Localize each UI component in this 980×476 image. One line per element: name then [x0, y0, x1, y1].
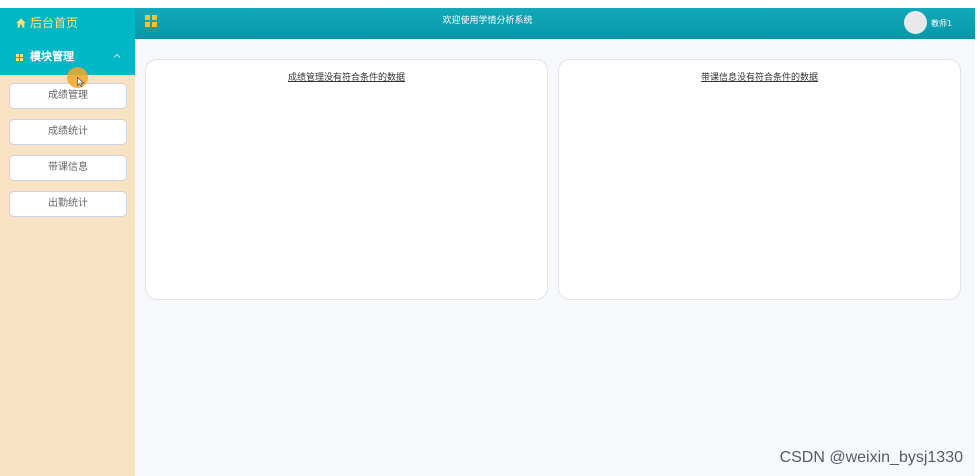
welcome-title: 欢迎使用学情分析系统	[442, 16, 533, 26]
module-menu-header[interactable]: 模块管理	[0, 39, 135, 75]
course-info-empty-message[interactable]: 带课信息没有符合条件的数据	[559, 70, 960, 83]
module-menu-label: 模块管理	[30, 50, 74, 63]
sidebar-item-grade-management[interactable]: 成绩管理	[9, 83, 127, 109]
watermark: CSDN @weixin_bysj1330	[779, 449, 963, 466]
sidebar-item-grade-statistics[interactable]: 成绩统计	[9, 119, 127, 145]
course-info-card: 带课信息没有符合条件的数据	[558, 59, 961, 300]
grade-management-card: 成绩管理没有符合条件的数据	[145, 59, 548, 300]
module-grid-icon	[16, 54, 23, 61]
avatar[interactable]	[904, 11, 927, 34]
user-name[interactable]: 教师1	[931, 8, 952, 39]
sidebar: 模块管理 成绩管理 成绩统计 带课信息 出勤统计	[0, 39, 135, 476]
top-bar: 后台首页 欢迎使用学情分析系统 教师1	[0, 8, 975, 39]
app-frame: 后台首页 欢迎使用学情分析系统 教师1 模块管理 成绩管理 成绩统计 带课信息 …	[0, 0, 975, 476]
grade-management-empty-message[interactable]: 成绩管理没有符合条件的数据	[146, 70, 547, 83]
main-content: 成绩管理没有符合条件的数据 带课信息没有符合条件的数据 CSDN @weixin…	[135, 39, 975, 476]
sidebar-item-course-info[interactable]: 带课信息	[9, 155, 127, 181]
sidebar-item-attendance-statistics[interactable]: 出勤统计	[9, 191, 127, 217]
mouse-pointer-icon	[77, 77, 85, 87]
chevron-up-icon[interactable]	[113, 52, 121, 60]
